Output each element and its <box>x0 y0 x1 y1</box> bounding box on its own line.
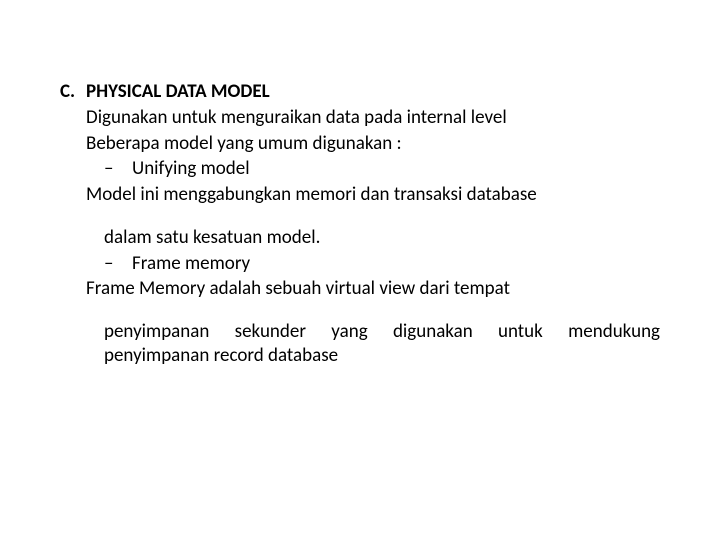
intro-line-2: Beberapa model yang umum digunakan : <box>86 132 660 156</box>
section-heading: C. PHYSICAL DATA MODEL <box>60 80 660 104</box>
bullet-2-desc-line2: penyimpanan sekunder yang digunakan untu… <box>104 320 660 368</box>
bullet-dash-icon: – <box>104 157 132 181</box>
bullet-1-desc-line2: dalam satu kesatuan model. <box>104 226 660 250</box>
bullet-2-desc-line1: Frame Memory adalah sebuah virtual view … <box>86 277 660 301</box>
bullet-item-2: – Frame memory <box>104 252 660 276</box>
intro-line-1: Digunakan untuk menguraikan data pada in… <box>86 106 660 130</box>
heading-letter: C. <box>60 80 86 104</box>
bullet-1-label: Unifying model <box>132 157 250 181</box>
heading-title: PHYSICAL DATA MODEL <box>86 80 270 104</box>
bullet-item-1: – Unifying model <box>104 157 660 181</box>
bullet-1-desc-line1: Model ini menggabungkan memori dan trans… <box>86 183 660 207</box>
bullet-dash-icon: – <box>104 252 132 276</box>
section-body: Digunakan untuk menguraikan data pada in… <box>86 106 660 368</box>
section-content: C. PHYSICAL DATA MODEL Digunakan untuk m… <box>60 80 660 370</box>
bullet-2-label: Frame memory <box>132 252 250 276</box>
